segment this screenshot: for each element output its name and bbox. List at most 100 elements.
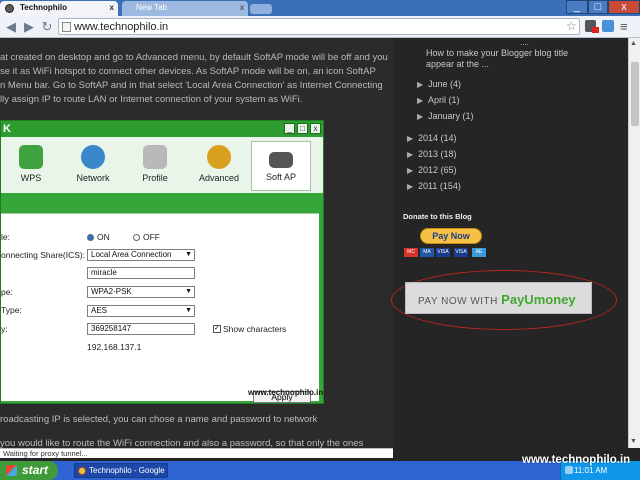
expand-arrow-icon[interactable]: ▶ (407, 182, 413, 191)
extension-badge (592, 27, 599, 33)
post-link[interactable]: How to make your Blogger blog title (426, 48, 568, 58)
paragraph-line: roadcasting IP is selected, you can chos… (0, 414, 318, 425)
start-label: start (22, 463, 49, 477)
archive-year[interactable]: 2011 (154) (418, 181, 461, 191)
dropdown-arrow-icon: ▼ (185, 251, 192, 258)
browser-toolbar: ◀ ▶ ↻ www.technophilo.in ☆ ≡ (0, 16, 640, 38)
tab-close-icon[interactable]: x (110, 1, 114, 15)
softap-dialog-image: K _ □ x WPS Network Profile Advanced Sof… (0, 120, 324, 404)
expand-arrow-icon[interactable]: ▶ (417, 96, 423, 105)
taskbar-item-label: Technophilo - Google ... (89, 466, 168, 475)
dialog-maximize-icon: □ (297, 123, 308, 134)
scroll-up-icon[interactable]: ▲ (630, 40, 637, 47)
tool-advanced: Advanced (189, 141, 249, 191)
maximize-button[interactable]: □ (588, 0, 608, 14)
tool-softap: Soft AP (251, 141, 311, 191)
tool-profile: Profile (125, 141, 185, 191)
security-select: WPA2-PSK ▼ (87, 286, 195, 298)
expand-arrow-icon[interactable]: ▶ (417, 80, 423, 89)
dialog-toolbar: WPS Network Profile Advanced Soft AP (1, 137, 323, 193)
expand-arrow-icon[interactable]: ▶ (417, 112, 423, 121)
forward-icon[interactable]: ▶ (21, 19, 37, 35)
paypal-paynow-button[interactable]: Pay Now (420, 228, 482, 244)
router-icon (269, 152, 293, 168)
paragraph-line: at created on desktop and go to Advanced… (0, 52, 388, 63)
bookmark-star-icon[interactable]: ☆ (566, 19, 577, 33)
minimize-button[interactable]: _ (566, 0, 588, 14)
site-favicon-icon (5, 4, 14, 13)
ssid-field: miracle (87, 267, 195, 279)
scroll-thumb[interactable] (631, 62, 639, 126)
new-tab-button[interactable] (250, 4, 272, 14)
ics-label: onnecting Share(ICS): (1, 250, 86, 260)
radio-off (133, 234, 140, 241)
visa-icon: VISA (436, 248, 450, 257)
tray-network-icon[interactable] (565, 466, 573, 474)
post-link-partial[interactable]: .... (520, 38, 529, 47)
encryption-value: AES (91, 306, 108, 315)
scroll-down-icon[interactable]: ▼ (630, 438, 637, 445)
wrench-menu-icon[interactable]: ≡ (620, 19, 628, 34)
dialog-close-icon: x (310, 123, 321, 134)
dropdown-arrow-icon: ▼ (185, 288, 192, 295)
tool-wps: WPS (1, 141, 61, 191)
payumoney-label: PAY NOW WITH PayUmoney (418, 292, 576, 307)
tool-label: Network (76, 173, 110, 183)
gears-icon (207, 145, 231, 169)
payumoney-button[interactable]: PAY NOW WITH PayUmoney (405, 282, 592, 314)
paragraph-line: se it as WiFi hotspot to connect other d… (0, 66, 376, 77)
start-button[interactable]: start (0, 461, 58, 480)
tab-close-icon[interactable]: x (240, 1, 244, 15)
dropdown-arrow-icon: ▼ (185, 307, 192, 314)
reload-icon[interactable]: ↻ (39, 19, 55, 35)
tool-network: Network (63, 141, 123, 191)
tab-label: New Tab (136, 3, 167, 12)
image-watermark: www.technophilo.in (248, 388, 324, 397)
tab-label: Technophilo (20, 3, 67, 12)
dialog-title: K (3, 123, 11, 135)
archive-month[interactable]: June (4) (428, 79, 461, 89)
donate-heading: Donate to this Blog (403, 212, 472, 221)
ip-value: 192.168.137.1 (87, 342, 142, 352)
archive-year[interactable]: 2013 (18) (418, 149, 457, 159)
tab-technophilo[interactable]: Technophilo x (0, 1, 118, 16)
amex-icon: AE (472, 248, 486, 257)
radio-on-label: ON (97, 232, 110, 242)
extension-icon[interactable] (602, 20, 614, 32)
taskbar-item-chrome[interactable]: Technophilo - Google ... (74, 463, 168, 478)
clock: 11:01 AM (574, 466, 608, 475)
globe-icon (81, 145, 105, 169)
payumoney-logo: PayUmoney (501, 292, 576, 307)
close-window-button[interactable]: x (608, 0, 640, 14)
radio-on (87, 234, 94, 241)
maestro-icon: MA (420, 248, 434, 257)
dialog-minimize-icon: _ (284, 123, 295, 134)
visa-electron-icon: VISA (454, 248, 468, 257)
post-link[interactable]: appear at the ... (426, 59, 489, 69)
bottom-watermark: www.technophilo.in (522, 454, 631, 466)
tool-label: Profile (142, 173, 168, 183)
expand-arrow-icon[interactable]: ▶ (407, 150, 413, 159)
tool-label: Advanced (198, 173, 240, 183)
back-icon[interactable]: ◀ (3, 19, 19, 35)
archive-year[interactable]: 2014 (14) (418, 133, 457, 143)
expand-arrow-icon[interactable]: ▶ (407, 134, 413, 143)
expand-arrow-icon[interactable]: ▶ (407, 166, 413, 175)
radio-off-label: OFF (143, 232, 160, 242)
url-text: www.technophilo.in (74, 21, 169, 33)
tool-label: Soft AP (265, 172, 297, 182)
archive-month[interactable]: January (1) (428, 111, 474, 121)
page-scrollbar[interactable]: ▲ ▼ (628, 38, 640, 448)
key-label: y: (1, 324, 8, 334)
chrome-icon (78, 467, 86, 475)
screenshot: Technophilo x New Tab x _ □ x ◀ ▶ ↻ www.… (0, 0, 640, 480)
show-chars-checkbox: ✓ (213, 325, 221, 333)
tab-strip: Technophilo x New Tab x _ □ x (0, 0, 640, 16)
softap-panel: le: ON OFF onnecting Share(ICS): Local A… (1, 213, 319, 403)
address-bar[interactable]: www.technophilo.in ☆ (58, 18, 580, 35)
wps-icon (19, 145, 43, 169)
encryption-label: Type: (1, 305, 22, 315)
archive-month[interactable]: April (1) (428, 95, 460, 105)
tab-new-tab[interactable]: New Tab x (122, 1, 248, 16)
archive-year[interactable]: 2012 (65) (418, 165, 457, 175)
